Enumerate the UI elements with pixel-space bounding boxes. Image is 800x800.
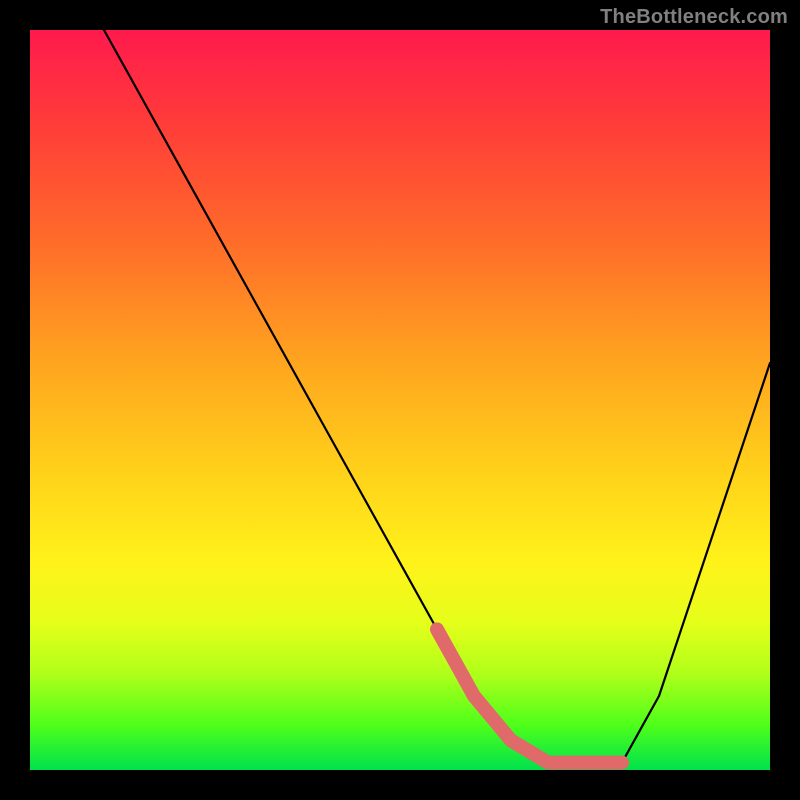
watermark-text: TheBottleneck.com	[600, 6, 788, 29]
chart-svg	[30, 30, 770, 770]
chart-frame: TheBottleneck.com	[0, 0, 800, 800]
highlight-segment	[437, 629, 622, 762]
bottleneck-curve	[104, 30, 770, 763]
plot-area	[30, 30, 770, 770]
